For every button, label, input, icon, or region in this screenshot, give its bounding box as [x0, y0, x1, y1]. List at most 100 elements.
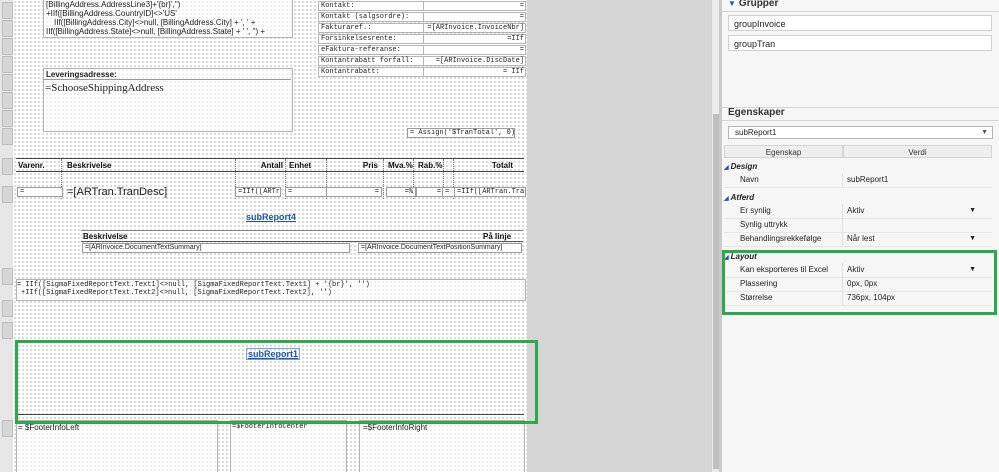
property-value[interactable]: subReport1: [847, 173, 888, 187]
column-header: Enhet: [289, 161, 312, 170]
property-row[interactable]: Synlig uttrykk: [724, 218, 992, 233]
totalt-field[interactable]: =IIf([ARTran.Tran: [454, 187, 526, 197]
property-category[interactable]: ◢ Atferd: [724, 191, 992, 204]
info-row-value[interactable]: =: [423, 46, 524, 54]
billing-expr-line: IIf([BillingAddress.State]<>null, [Billi…: [46, 27, 266, 36]
chevron-down-icon[interactable]: ▼: [969, 204, 976, 218]
properties-title: Egenskaper: [728, 107, 785, 118]
canvas-margin: [527, 0, 711, 472]
divider: [722, 120, 999, 121]
chevron-down-icon: ▼: [981, 129, 988, 136]
info-row[interactable]: Fakturaref.: =[ARInvoice.InvoiceNbr]: [318, 23, 526, 33]
groups-title[interactable]: ▼ Grupper: [728, 0, 778, 9]
varenr-field[interactable]: =: [17, 187, 63, 197]
shipping-expression[interactable]: =SchooseShippingAddress: [45, 82, 164, 94]
chevron-down-icon[interactable]: ▼: [969, 232, 976, 246]
band-handle[interactable]: [2, 74, 13, 91]
shipping-label: Leveringsadresse:: [46, 70, 117, 79]
footer-center-field[interactable]: =$FooterInfoCenter: [232, 423, 308, 432]
info-row-value[interactable]: =IIf: [423, 35, 524, 43]
band-gutter: [0, 0, 14, 472]
property-category-name: Design: [730, 162, 758, 171]
properties-panel: ▼ Grupper groupInvoice groupTran Egenskape…: [722, 0, 999, 472]
band-handle[interactable]: [2, 186, 13, 203]
billing-expr-line: IIf([BillingAddress.City]<>null, [Billin…: [54, 18, 256, 27]
info-row[interactable]: Kontantrabatt forfall: =[ARInvoice.DiscDa…: [318, 56, 526, 66]
band-handle[interactable]: [2, 300, 13, 317]
divider: [43, 79, 291, 80]
grid-header-value[interactable]: Verdi: [843, 145, 992, 158]
info-row-value[interactable]: =: [423, 13, 524, 21]
subreport1-highlight: [15, 340, 538, 424]
band-handle[interactable]: [2, 128, 13, 145]
band-handle[interactable]: [2, 158, 13, 175]
column-header: Antall: [260, 161, 283, 170]
band-handle[interactable]: [2, 322, 13, 339]
property-row[interactable]: Navn subReport1: [724, 173, 992, 188]
info-row[interactable]: eFaktura-referanse: =: [318, 45, 526, 55]
info-row[interactable]: Kontakt: =: [318, 1, 526, 11]
invoice-info-table[interactable]: Kontakt: = Kontakt (salgsordre): = Fakturare…: [318, 1, 526, 79]
footer-left-field[interactable]: = $FooterInfoLeft: [18, 423, 79, 432]
property-category[interactable]: ◢ Design: [724, 160, 992, 173]
band-handle[interactable]: [2, 420, 13, 437]
band-handle[interactable]: [2, 2, 13, 19]
column-divider: [842, 173, 843, 187]
document-text-position-field[interactable]: =[ARInvoice.DocumentTextPositionSummary]: [358, 243, 522, 253]
band-handle[interactable]: [2, 20, 13, 37]
info-row[interactable]: Kontakt (salgsordre): =: [318, 12, 526, 22]
collapse-icon[interactable]: ◢: [724, 196, 729, 202]
rab-field[interactable]: =: [416, 187, 444, 197]
info-row-label: Kontakt (salgsordre):: [321, 13, 410, 21]
group-item[interactable]: groupTran: [728, 35, 992, 51]
subreport4-link[interactable]: subReport4: [246, 212, 296, 222]
info-row-label: Kontakt:: [321, 2, 355, 10]
info-row-label: Kontantrabatt:: [321, 68, 380, 76]
object-selector-value: subReport1: [735, 128, 777, 137]
band-handle[interactable]: [2, 92, 13, 109]
grid-header-property[interactable]: Egenskap: [724, 145, 843, 158]
enhet-field[interactable]: =: [285, 187, 327, 197]
document-text-summary-field[interactable]: =[ARInvoice.DocumentTextSummary]: [82, 243, 350, 253]
property-value[interactable]: Når lest: [847, 232, 875, 246]
property-row[interactable]: Er synlig Aktiv ▼: [724, 204, 992, 219]
info-row-label: eFaktura-referanse:: [321, 46, 401, 54]
sub4-header-left: Beskrivelse: [83, 232, 128, 241]
divider: [81, 230, 523, 231]
collapse-icon[interactable]: ▼: [728, 0, 736, 8]
sigma-expr-line: +IIf([SigmaFixedReportText.Text2]<>null,…: [21, 289, 332, 297]
info-row[interactable]: Kontantrabatt: = IIf: [318, 67, 526, 77]
info-row-value[interactable]: =: [423, 2, 524, 10]
property-row[interactable]: Behandlingsrekkefølge Når lest ▼: [724, 232, 992, 247]
footer-right-field[interactable]: =$FooterInfoRight: [363, 423, 427, 432]
collapse-icon[interactable]: ◢: [724, 165, 729, 171]
property-key: Behandlingsrekkefølge: [740, 234, 822, 243]
header-bottom-rule: [16, 171, 524, 172]
trandesc-field[interactable]: =[ARTran.TranDesc]: [67, 186, 167, 198]
info-row-value[interactable]: = IIf: [423, 68, 524, 76]
property-value[interactable]: Aktiv: [847, 204, 864, 218]
sub4-header-right: På linje: [483, 232, 512, 241]
mva-field[interactable]: =%: [386, 187, 416, 197]
column-header: Varenr.: [18, 161, 45, 170]
assign-field[interactable]: = Assign('$TranTotal', 0): [407, 128, 515, 138]
band-handle[interactable]: [2, 56, 13, 73]
column-header: Beskrivelse: [67, 161, 112, 170]
property-key: Er synlig: [740, 206, 771, 215]
info-row[interactable]: Forsinkelsesrente: =IIf: [318, 34, 526, 44]
band-handle[interactable]: [2, 110, 13, 127]
column-separator: [383, 159, 384, 199]
band-handle[interactable]: [2, 268, 13, 285]
object-selector[interactable]: subReport1 ▼: [728, 126, 993, 139]
column-divider: [842, 204, 843, 218]
antall-field[interactable]: =IIf([ARTran: [235, 187, 281, 197]
band-handle[interactable]: [2, 38, 13, 55]
info-row-value[interactable]: =[ARInvoice.DiscDate]: [423, 57, 524, 65]
column-divider: [842, 232, 843, 246]
property-key: Navn: [740, 175, 759, 184]
info-row-label: Fakturaref.:: [321, 24, 372, 32]
pris-field[interactable]: =: [326, 187, 382, 197]
info-row-value[interactable]: =[ARInvoice.InvoiceNbr]: [423, 24, 524, 32]
group-item[interactable]: groupInvoice: [728, 15, 992, 31]
column-header: Rab.%: [418, 161, 443, 170]
